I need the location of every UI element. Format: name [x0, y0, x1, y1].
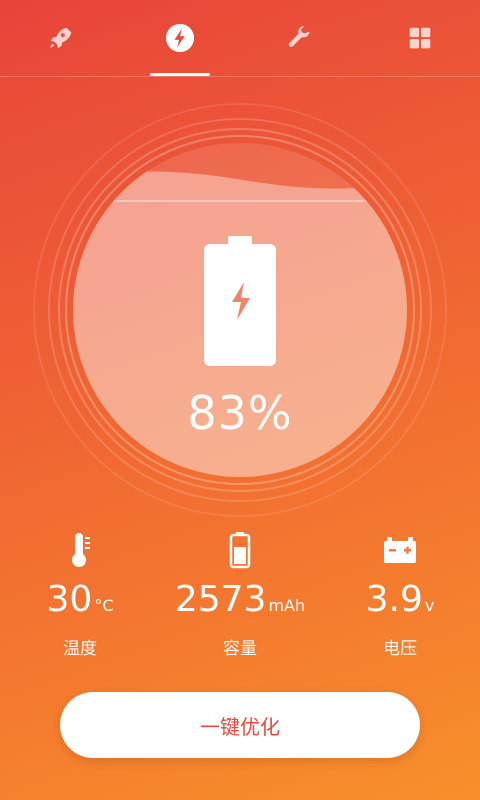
- wrench-icon: [288, 26, 310, 47]
- rocket-icon: [49, 27, 72, 49]
- car-battery-icon: [384, 537, 416, 563]
- top-tab-bar: [0, 0, 480, 77]
- capacity-value: 2573 mAh: [175, 580, 305, 626]
- battery-percent: 83%: [187, 386, 293, 440]
- battery-small-icon: [229, 532, 251, 569]
- capacity-unit: mAh: [268, 596, 306, 615]
- stat-temperature: 30 °C 温度: [0, 530, 160, 659]
- grid-icon: [409, 27, 431, 49]
- thermometer-icon: [72, 533, 90, 567]
- stat-capacity: 2573 mAh 容量: [160, 530, 320, 659]
- temperature-unit: °C: [94, 596, 114, 615]
- tab-tools[interactable]: [240, 0, 360, 76]
- tab-battery[interactable]: [120, 0, 240, 76]
- stat-voltage: 3.9 v 电压: [320, 530, 480, 659]
- capacity-label: 容量: [223, 639, 257, 659]
- voltage-value: 3.9 v: [366, 580, 435, 626]
- battery-icon: [204, 236, 276, 366]
- voltage-label: 电压: [383, 639, 417, 659]
- voltage-number: 3.9: [365, 579, 423, 620]
- temperature-number: 30: [46, 579, 93, 620]
- tab-speedup[interactable]: [0, 0, 120, 76]
- lightning-icon: [165, 23, 195, 53]
- temperature-label: 温度: [63, 639, 97, 659]
- battery-level-wave: [73, 171, 407, 202]
- battery-stats: 30 °C 温度 2573 mAh 容量 3.9 v 电压: [0, 530, 480, 659]
- temperature-value: 30 °C: [47, 580, 114, 626]
- tab-more[interactable]: [360, 0, 480, 76]
- optimize-button[interactable]: 一键优化: [60, 692, 420, 758]
- capacity-number: 2573: [174, 579, 267, 620]
- voltage-unit: v: [424, 596, 435, 615]
